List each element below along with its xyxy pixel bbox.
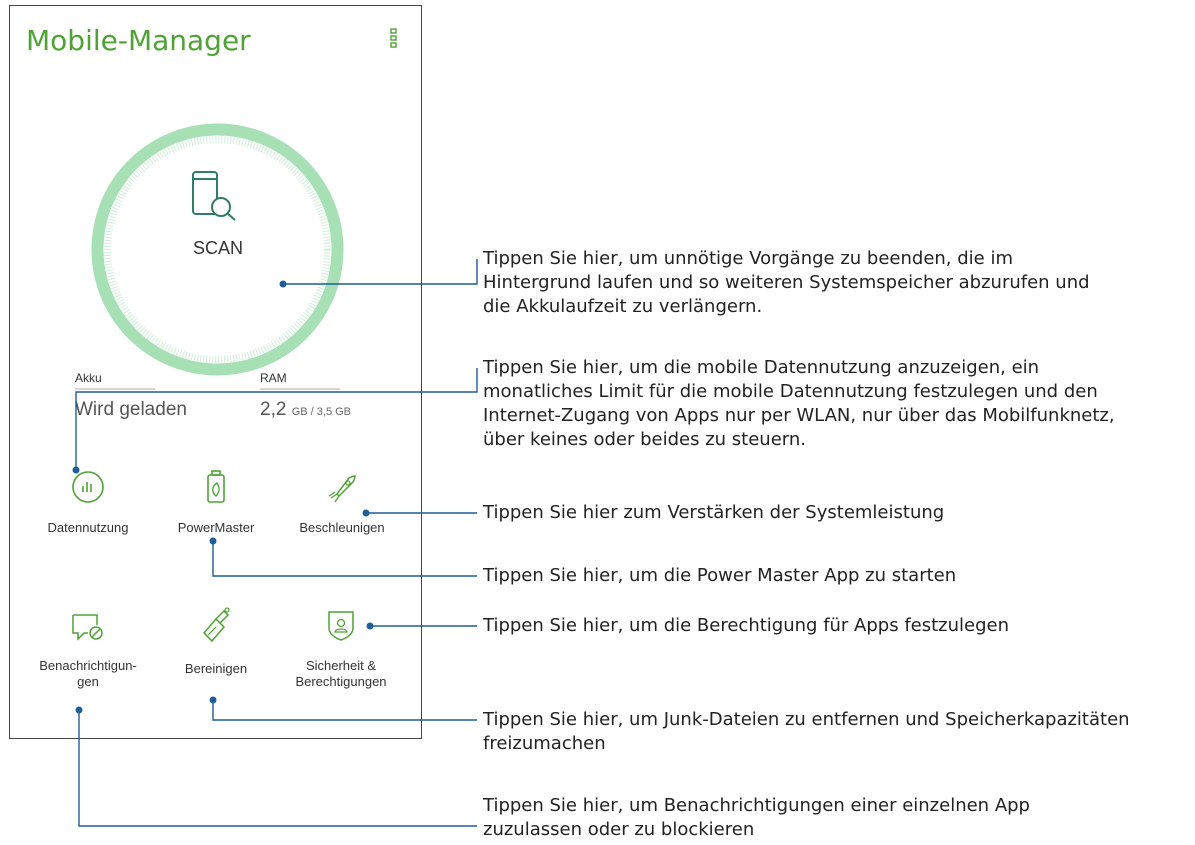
note-boost: Tippen Sie hier zum Verstärken der Syste… [483, 502, 945, 523]
note-data-line: über keines oder beides zu steuern. [483, 429, 806, 450]
note-data-line: Internet-Zugang von Apps nur per WLAN, n… [483, 405, 1115, 426]
note-data-line: monatliches Limit für die mobile Datennu… [483, 381, 1098, 402]
note-data: Tippen Sie hier, um die mobile Datennutz… [483, 356, 1115, 452]
note-security: Tippen Sie hier, um die Berechtigung für… [483, 615, 1010, 636]
note-scan-line: Hintergrund laufen und so weiteren Syste… [483, 272, 1090, 293]
note-scan: Tippen Sie hier, um unnötige Vorgänge zu… [483, 247, 1090, 319]
note-scan-line: die Akkulaufzeit zu verlängern. [483, 296, 763, 317]
note-notify: Tippen Sie hier, um Benachrichtigungen e… [483, 794, 1030, 842]
note-power: Tippen Sie hier, um die Power Master App… [483, 565, 957, 586]
note-clean: Tippen Sie hier, um Junk-Dateien zu entf… [483, 708, 1130, 756]
note-scan-line: Tippen Sie hier, um unnötige Vorgänge zu… [483, 248, 1013, 269]
note-notify-line: Tippen Sie hier, um Benachrichtigungen e… [483, 795, 1030, 816]
note-clean-line: Tippen Sie hier, um Junk-Dateien zu entf… [483, 709, 1130, 730]
note-data-line: Tippen Sie hier, um die mobile Datennutz… [483, 357, 1040, 378]
note-notify-line: zuzulassen oder zu blockieren [483, 819, 755, 840]
note-clean-line: freizumachen [483, 733, 606, 754]
